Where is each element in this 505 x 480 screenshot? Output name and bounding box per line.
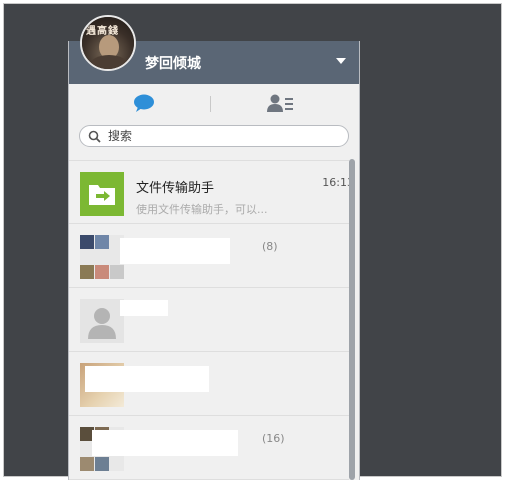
redacted-name xyxy=(85,366,209,392)
list-item-group-4[interactable]: (16) xyxy=(69,416,349,480)
search-input[interactable] xyxy=(108,128,338,144)
contacts-icon[interactable] xyxy=(267,93,293,113)
search-icon xyxy=(88,130,101,143)
conversation-list: 文件传输助手 使用文件传输助手，可以... 16:13 (8) (16) xyxy=(69,160,359,480)
conversation-preview: 使用文件传输助手，可以... xyxy=(136,203,268,216)
member-count: (8) xyxy=(262,240,278,253)
list-item-group-1[interactable]: (8) xyxy=(69,224,349,288)
conversation-name: 文件传输助手 xyxy=(136,181,215,196)
username-label: 梦回倾城 xyxy=(145,56,201,72)
list-item-contact-2[interactable] xyxy=(69,288,349,352)
group-avatar xyxy=(80,235,124,279)
menu-dropdown-icon[interactable] xyxy=(336,58,346,64)
file-transfer-icon xyxy=(80,172,124,216)
search-box[interactable] xyxy=(79,125,349,147)
redacted-name xyxy=(92,430,238,456)
member-count: (16) xyxy=(262,432,285,445)
wechat-panel: 梦回倾城 搜索 文件传输助手 使用文件传输助手，可以... 16:13 (8) … xyxy=(68,41,360,480)
list-item-file-helper[interactable]: 文件传输助手 使用文件传输助手，可以... 16:13 xyxy=(69,160,354,224)
list-scrollbar[interactable] xyxy=(349,159,355,480)
chat-bubble-icon[interactable] xyxy=(132,93,156,113)
profile-avatar[interactable]: 遇高錢 xyxy=(80,15,136,71)
redacted-name xyxy=(120,238,230,264)
tab-divider xyxy=(210,96,211,112)
avatar-caption: 遇高錢 xyxy=(86,26,119,37)
tab-bar xyxy=(69,84,359,122)
default-avatar xyxy=(80,299,124,343)
list-item-contact-3[interactable] xyxy=(69,352,349,416)
redacted-name xyxy=(120,300,168,316)
